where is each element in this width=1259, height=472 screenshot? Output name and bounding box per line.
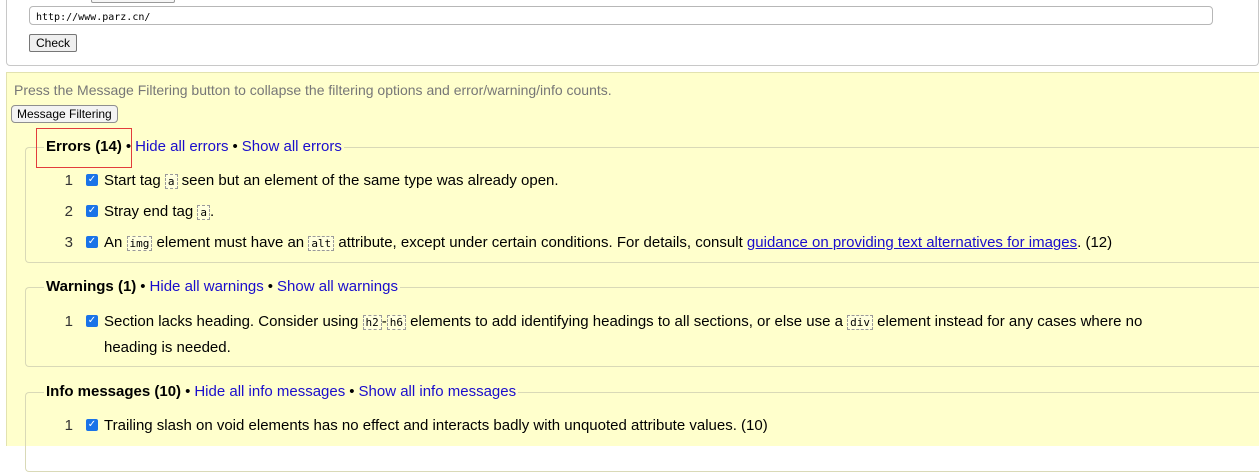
checkbox-checked-icon[interactable]: ✓ [86, 174, 98, 186]
url-input[interactable] [29, 6, 1213, 25]
check-form: Check [6, 0, 1259, 66]
separator: • [125, 138, 132, 155]
code-tag: a [164, 174, 178, 189]
warnings-group: Warnings (1) • Hide all warnings • Show all … [25, 277, 1259, 367]
message-text: Trailing slash on void elements has no e… [104, 417, 768, 434]
doc-type-select[interactable] [91, 0, 175, 3]
separator: • [140, 278, 146, 295]
errors-count: Errors (14) [46, 138, 122, 155]
item-number: 1 [64, 417, 73, 434]
hide-all-info-link[interactable]: Hide all info messages [194, 383, 345, 400]
separator: • [185, 383, 191, 400]
message-text: Stray end tag a. [104, 203, 215, 220]
message-text: heading is needed. [104, 339, 231, 356]
code-tag: h2 [362, 315, 382, 330]
separator: • [267, 278, 274, 295]
item-number: 2 [64, 203, 73, 220]
checkbox-checked-icon[interactable]: ✓ [86, 236, 98, 248]
results-panel: Press the Message Filtering button to co… [6, 72, 1259, 472]
filter-instructions: Press the Message Filtering button to co… [14, 82, 612, 98]
checkbox-checked-icon[interactable]: ✓ [86, 419, 98, 431]
message-text: An img element must have an alt attribut… [104, 234, 1113, 251]
hide-all-warnings-link[interactable]: Hide all warnings [150, 278, 264, 295]
separator: • [232, 138, 238, 155]
info-group: Info messages (10) • Hide all info message… [25, 382, 1259, 472]
code-tag: h6 [386, 315, 406, 330]
info-count: Info messages (10) [46, 383, 182, 400]
warnings-count: Warnings (1) [46, 278, 137, 295]
hide-all-errors-link[interactable]: Hide all errors [135, 138, 228, 155]
code-tag: a [197, 205, 211, 220]
code-tag: img [126, 236, 153, 251]
item-number: 3 [64, 234, 73, 251]
code-tag: div [847, 315, 873, 330]
info-legend: Info messages (10) • Hide all info message… [44, 382, 519, 402]
message-text: Section lacks heading. Consider using h2… [104, 313, 1143, 330]
checkbox-checked-icon[interactable]: ✓ [86, 205, 98, 217]
show-all-info-link[interactable]: Show all info messages [359, 383, 517, 400]
show-all-warnings-link[interactable]: Show all warnings [277, 278, 398, 295]
errors-group: Errors (14) • Hide all errors • Show all err… [25, 137, 1259, 263]
message-filtering-button[interactable]: Message Filtering [11, 105, 118, 123]
separator: • [349, 383, 355, 400]
item-number: 1 [64, 313, 73, 330]
message-text: Start tag a seen but an element of the s… [104, 172, 559, 189]
code-tag: alt [308, 236, 335, 251]
guidance-link[interactable]: guidance on providing text alternatives … [747, 234, 1077, 251]
check-button[interactable]: Check [29, 34, 78, 52]
show-all-errors-link[interactable]: Show all errors [242, 138, 342, 155]
checkbox-checked-icon[interactable]: ✓ [86, 315, 98, 327]
errors-legend: Errors (14) • Hide all errors • Show all err… [44, 137, 344, 157]
warnings-legend: Warnings (1) • Hide all warnings • Show all … [44, 277, 400, 297]
item-number: 1 [64, 172, 73, 189]
